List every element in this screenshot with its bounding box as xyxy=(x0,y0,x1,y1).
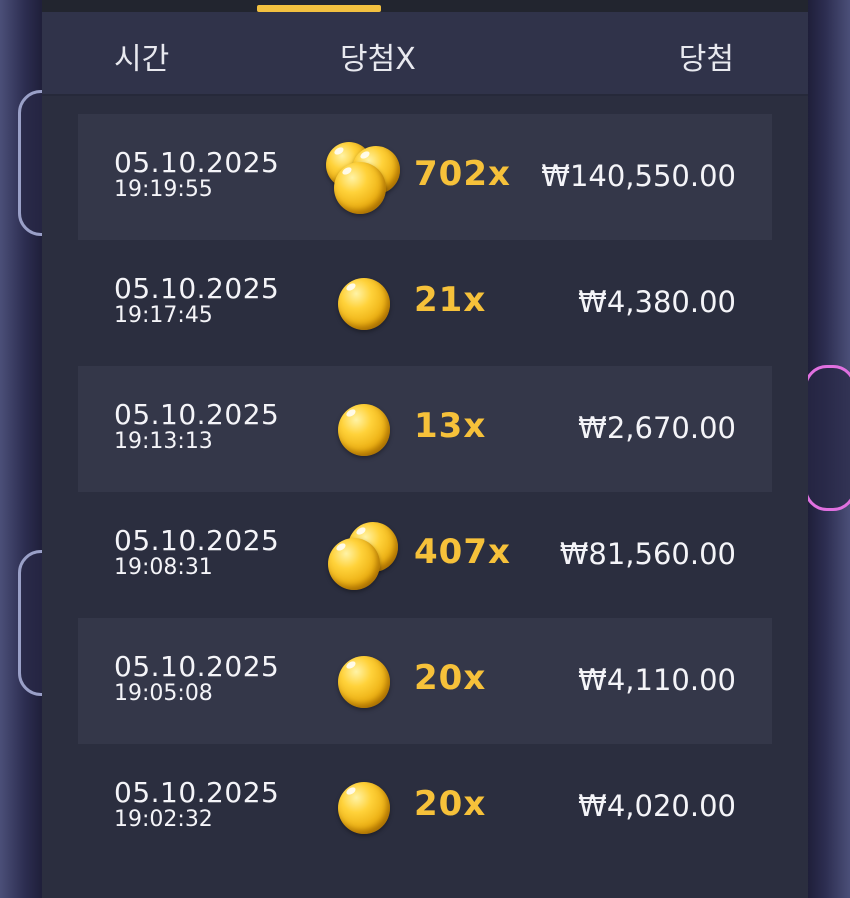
column-header-time: 시간 xyxy=(114,42,170,77)
row-time: 19:02:32 xyxy=(114,807,213,832)
coin-icon xyxy=(326,642,406,722)
row-multiplier: 13x xyxy=(414,406,487,446)
active-tab-indicator[interactable] xyxy=(257,5,381,12)
row-win-amount: ₩4,380.00 xyxy=(578,285,736,319)
row-time: 19:13:13 xyxy=(114,429,213,454)
table-row[interactable]: 05.10.2025 19:17:45 21x ₩4,380.00 xyxy=(78,240,772,366)
coin-stack-icon xyxy=(326,516,406,596)
tab-strip xyxy=(42,0,808,12)
row-multiplier: 702x xyxy=(414,154,511,194)
background-ornament xyxy=(804,365,850,511)
row-datetime: 05.10.2025 19:17:45 xyxy=(114,274,279,328)
row-multiplier: 21x xyxy=(414,280,487,320)
row-datetime: 05.10.2025 19:02:32 xyxy=(114,778,279,832)
column-header-win: 당첨 xyxy=(678,42,734,77)
coin-icon xyxy=(326,768,406,848)
row-win-amount: ₩140,550.00 xyxy=(541,159,736,193)
row-date: 05.10.2025 xyxy=(114,776,280,809)
row-date: 05.10.2025 xyxy=(114,146,280,179)
row-multiplier: 20x xyxy=(414,658,487,698)
row-win-amount: ₩4,110.00 xyxy=(578,663,736,697)
table-row[interactable]: 05.10.2025 19:02:32 20x ₩4,020.00 xyxy=(78,744,772,870)
table-row[interactable]: 05.10.2025 19:05:08 20x ₩4,110.00 xyxy=(78,618,772,744)
table-row[interactable]: 05.10.2025 19:13:13 13x ₩2,670.00 xyxy=(78,366,772,492)
row-multiplier: 407x xyxy=(414,532,511,572)
table-header: 시간 당첨X 당첨 xyxy=(42,12,808,96)
row-win-amount: ₩81,560.00 xyxy=(559,537,736,571)
row-datetime: 05.10.2025 19:08:31 xyxy=(114,526,279,580)
row-datetime: 05.10.2025 19:13:13 xyxy=(114,400,279,454)
coin-icon xyxy=(326,264,406,344)
row-date: 05.10.2025 xyxy=(114,398,280,431)
row-datetime: 05.10.2025 19:19:55 xyxy=(114,148,279,202)
row-time: 19:17:45 xyxy=(114,303,213,328)
table-row[interactable]: 05.10.2025 19:19:55 702x ₩140,550.00 xyxy=(78,114,772,240)
row-win-amount: ₩2,670.00 xyxy=(578,411,736,445)
row-datetime: 05.10.2025 19:05:08 xyxy=(114,652,279,706)
win-history-panel: 시간 당첨X 당첨 05.10.2025 19:19:55 702x ₩140,… xyxy=(42,0,808,898)
row-time: 19:19:55 xyxy=(114,177,213,202)
row-date: 05.10.2025 xyxy=(114,524,280,557)
row-time: 19:08:31 xyxy=(114,555,213,580)
row-time: 19:05:08 xyxy=(114,681,213,706)
coin-pile-icon xyxy=(326,138,406,218)
row-date: 05.10.2025 xyxy=(114,650,280,683)
row-date: 05.10.2025 xyxy=(114,272,280,305)
coin-icon xyxy=(326,390,406,470)
column-header-multiplier: 당첨X xyxy=(340,42,416,77)
row-multiplier: 20x xyxy=(414,784,487,824)
table-row[interactable]: 05.10.2025 19:08:31 407x ₩81,560.00 xyxy=(78,492,772,618)
row-win-amount: ₩4,020.00 xyxy=(578,789,736,823)
